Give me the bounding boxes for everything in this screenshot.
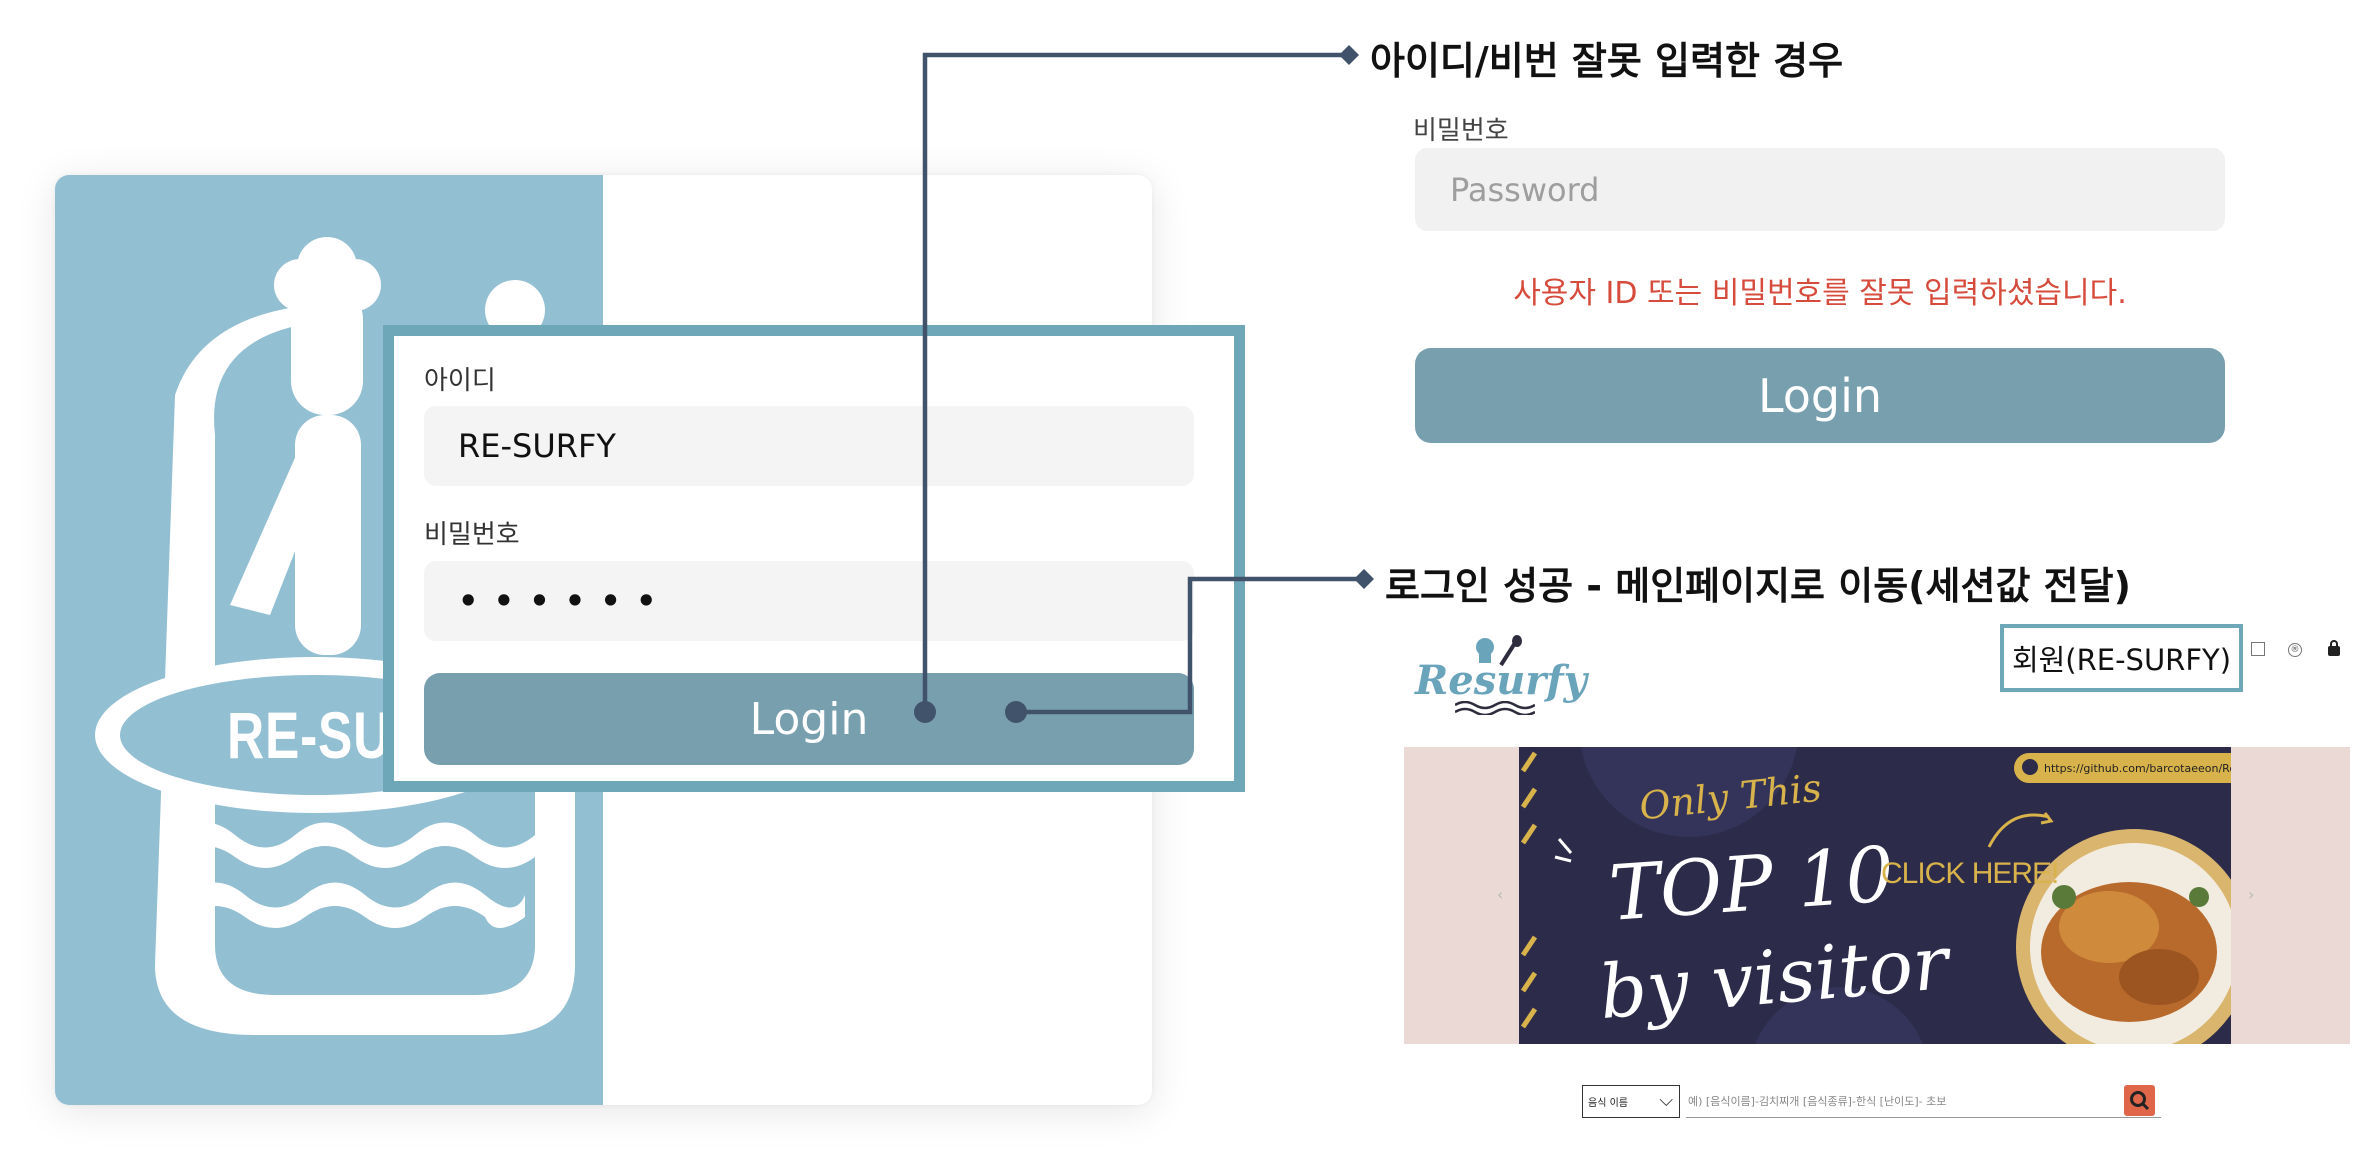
banner-image[interactable]: https://github.com/barcotaeeon/Re-surfy.… <box>1519 747 2231 1044</box>
logo-waves-icon <box>1455 701 1535 715</box>
main-logo-text: Resurfy <box>1415 657 1587 704</box>
banner-url[interactable]: https://github.com/barcotaeeon/Re-surfy.… <box>2014 753 2231 783</box>
lock-shackle-icon <box>2330 640 2338 648</box>
pw-input-value: • • • • • • <box>458 582 659 620</box>
annotation-error-case: 아이디/비번 잘못 입력한 경우 <box>1370 39 1844 83</box>
error-pw-input[interactable]: Password <box>1415 148 2225 231</box>
error-login-button[interactable]: Login <box>1415 348 2225 443</box>
pw-label: 비밀번호 <box>424 520 520 550</box>
search-icon <box>2130 1091 2150 1111</box>
chevron-down-icon: ⌵ <box>1659 1090 1673 1111</box>
resurfy-main-logo[interactable]: Resurfy <box>1415 635 1587 715</box>
github-icon <box>2022 759 2038 775</box>
banner-next-arrow[interactable]: › <box>2248 885 2254 904</box>
search-input[interactable]: 예) [음식이름]-김치찌개 [음식종류]-한식 [난이도]- 초보 <box>1686 1085 2161 1118</box>
id-input-value: RE-SURFY <box>458 427 616 465</box>
login-button[interactable]: Login <box>424 673 1194 765</box>
annotation-success-case: 로그인 성공 - 메인페이지로 이동(세션값 전달) <box>1385 564 2131 608</box>
login-form-zoom: 아이디 RE-SURFY 비밀번호 • • • • • • Login <box>383 325 1245 792</box>
error-message: 사용자 ID 또는 비밀번호를 잘못 입력하셨습니다. <box>1513 276 2127 311</box>
pw-input[interactable]: • • • • • • <box>424 561 1194 641</box>
error-pw-label: 비밀번호 <box>1413 116 1509 146</box>
search-button[interactable] <box>2124 1085 2155 1116</box>
banner-prev-arrow[interactable]: ‹ <box>1497 885 1503 904</box>
search-placeholder: 예) [음식이름]-김치찌개 [음식종류]-한식 [난이도]- 초보 <box>1688 1095 1947 1108</box>
search-category-select[interactable]: 음식 이름 ⌵ <box>1582 1085 1680 1118</box>
banner-cta[interactable]: CLICK HERE! <box>1881 857 2059 891</box>
edit-icon[interactable] <box>2251 642 2265 656</box>
search-category-value: 음식 이름 <box>1588 1098 1628 1109</box>
info-icon[interactable]: ® <box>2288 643 2302 657</box>
error-pw-placeholder: Password <box>1450 170 1600 209</box>
id-input[interactable]: RE-SURFY <box>424 406 1194 486</box>
id-label: 아이디 <box>424 366 496 396</box>
user-badge[interactable]: 회원(RE-SURFY) <box>2000 624 2243 692</box>
